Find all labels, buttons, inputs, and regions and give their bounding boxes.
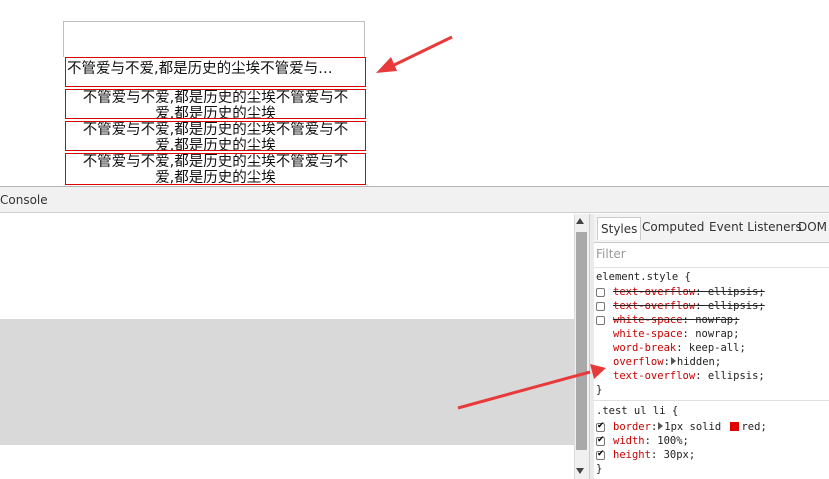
annotation-arrows — [376, 35, 606, 410]
arrow-to-overflow-hidden — [457, 364, 606, 410]
arrow-to-truncated-item — [376, 35, 453, 73]
